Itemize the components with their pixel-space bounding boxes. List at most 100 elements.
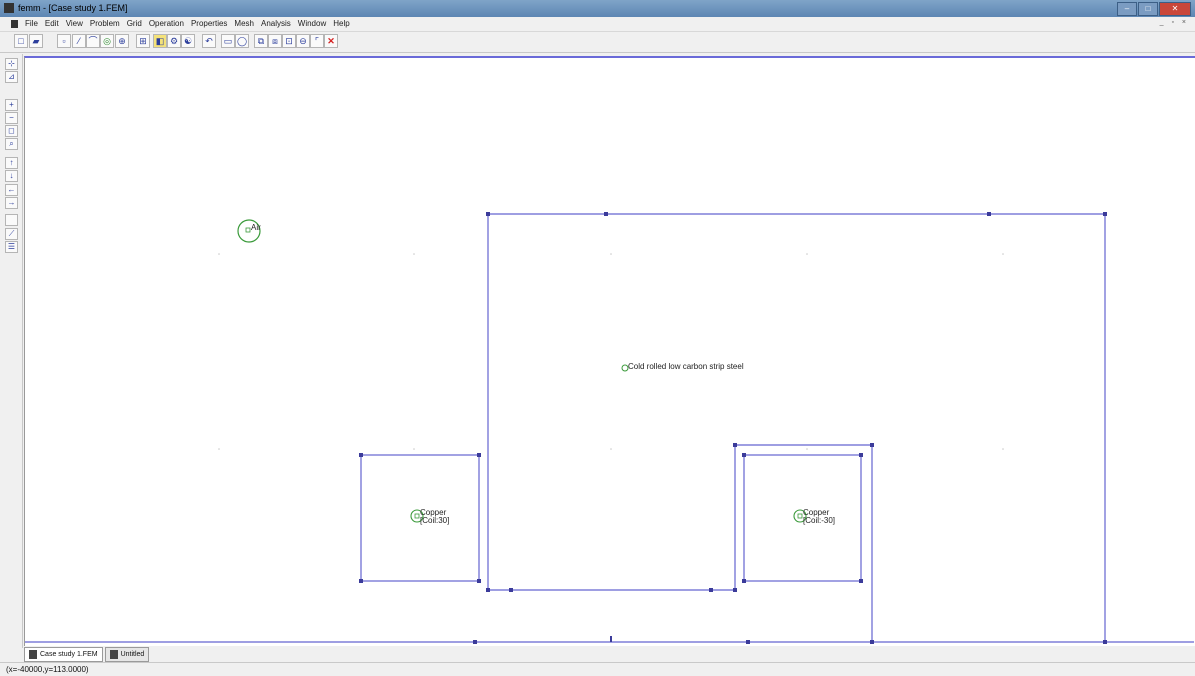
properties-icon[interactable]: ☰ [5,241,18,253]
node-point[interactable] [733,443,737,447]
grid-settings-icon[interactable]: ⊞ [136,34,150,48]
copy-icon[interactable]: ⧉ [254,34,268,48]
node-point[interactable] [359,579,363,583]
node-point[interactable] [359,453,363,457]
tab-case-study[interactable]: Case study 1.FEM [24,647,103,662]
undo-icon[interactable]: ↶ [202,34,216,48]
node-point[interactable] [477,453,481,457]
menu-window[interactable]: Window [298,19,326,28]
snap-grid-icon[interactable]: ⊹ [5,58,18,70]
zoom-box-icon[interactable]: ▭ [221,34,235,48]
block-label-copper-right[interactable]: Copper [Coil:-30] [793,508,835,525]
menu-help[interactable]: Help [333,19,349,28]
node-point[interactable] [870,640,874,644]
zoom-out-icon[interactable]: − [5,112,18,124]
drawing-canvas-frame[interactable]: Air Cold rolled low carbon strip steel C… [24,56,1195,646]
pan-up-icon[interactable]: ↑ [5,157,18,169]
geometry-segments[interactable] [25,213,1194,643]
node-point[interactable] [473,640,477,644]
menu-view[interactable]: View [66,19,83,28]
node-point[interactable] [477,579,481,583]
drawing-canvas[interactable]: Air Cold rolled low carbon strip steel C… [25,58,1194,646]
grid-dot [413,448,415,450]
node-point[interactable] [859,453,863,457]
node-point[interactable] [1103,640,1107,644]
copper-left-marker[interactable] [414,513,420,519]
geometry-nodes[interactable] [359,212,1107,644]
coordinate-readout: (x=-40000,y=113.0000) [6,665,89,674]
node-point[interactable] [709,588,713,592]
grid-dot [610,448,612,450]
node-point[interactable] [1103,212,1107,216]
block-label-air[interactable]: Air [237,219,261,243]
copper-right-marker[interactable] [797,513,803,519]
core-right-leg[interactable] [734,444,873,642]
node-point[interactable] [859,579,863,583]
measure-icon[interactable]: ⟋ [5,228,18,240]
document-icon [29,650,37,659]
copper-left-circuit: [Coil:30] [420,516,449,525]
node-point[interactable] [509,588,513,592]
move-icon[interactable]: ⧈ [268,34,282,48]
pan-left-icon[interactable]: ← [5,184,18,196]
block-label-steel[interactable]: Cold rolled low carbon strip steel [621,362,744,372]
tab-untitled[interactable]: Untitled [104,647,150,662]
scale-icon[interactable]: ⊡ [282,34,296,48]
status-bar: (x=-40000,y=113.0000) [0,662,1195,676]
grid-dot [413,253,415,255]
new-file-icon[interactable]: □ [14,34,28,48]
node-point[interactable] [987,212,991,216]
femm-app-icon [4,3,14,13]
mesh-icon[interactable]: ◧ [153,34,167,48]
show-grid-icon[interactable]: ⊿ [5,71,18,83]
zoom-natural-icon[interactable]: ◻ [5,125,18,137]
arc-mode-icon[interactable]: ⌒ [86,34,100,48]
zoom-window-icon[interactable]: ⌕ [5,138,18,150]
main-toolbar: □ ▰ ▫ ⁄ ⌒ ◎ ⊕ ⊞ ◧ ⚙ ☯ ↶ ▭ ◯ ⧉ ⧈ ⊡ ⊖ ⌜ ✕ [0,32,1195,53]
node-mode-icon[interactable]: ▫ [57,34,71,48]
pan-right-icon[interactable]: → [5,197,18,209]
menu-grid[interactable]: Grid [127,19,142,28]
steel-core-outline[interactable] [487,213,1106,642]
menu-file[interactable]: File [25,19,38,28]
node-point[interactable] [742,453,746,457]
maximize-button[interactable]: □ [1138,2,1158,16]
block-label-mode-icon[interactable]: ◎ [100,34,114,48]
zoom-in-icon[interactable]: + [5,99,18,111]
menu-operation[interactable]: Operation [149,19,184,28]
node-point[interactable] [870,443,874,447]
menu-problem[interactable]: Problem [90,19,120,28]
node-point[interactable] [604,212,608,216]
air-label-marker[interactable] [245,227,251,233]
close-button[interactable]: ✕ [1159,2,1191,16]
view-results-icon[interactable]: ☯ [181,34,195,48]
node-point[interactable] [746,640,750,644]
node-point[interactable] [742,579,746,583]
air-label-text: Air [251,223,261,232]
minimize-button[interactable]: – [1117,2,1137,16]
open-file-icon[interactable]: ▰ [29,34,43,48]
node-point[interactable] [486,212,490,216]
mdi-controls[interactable]: _ ▫ × [1160,19,1189,26]
blank-tool-icon[interactable] [5,214,18,226]
grid-dot [218,253,220,255]
mirror-icon[interactable]: ⊖ [296,34,310,48]
segment-mode-icon[interactable]: ⁄ [72,34,86,48]
node-point[interactable] [486,588,490,592]
node-point[interactable] [733,588,737,592]
tab-label: Untitled [120,651,145,658]
menu-mesh[interactable]: Mesh [234,19,254,28]
document-icon[interactable] [11,20,18,28]
menu-analysis[interactable]: Analysis [261,19,291,28]
menu-edit[interactable]: Edit [45,19,59,28]
fillet-icon[interactable]: ⌜ [310,34,324,48]
block-label-copper-left[interactable]: Copper [Coil:30] [410,508,449,525]
delete-icon[interactable]: ✕ [324,34,338,48]
zoom-circle-icon[interactable]: ◯ [235,34,249,48]
pan-down-icon[interactable]: ↓ [5,170,18,182]
menu-properties[interactable]: Properties [191,19,227,28]
run-analysis-icon[interactable]: ⚙ [167,34,181,48]
grid-dot [610,253,612,255]
node-point[interactable] [610,636,612,642]
group-mode-icon[interactable]: ⊕ [115,34,129,48]
